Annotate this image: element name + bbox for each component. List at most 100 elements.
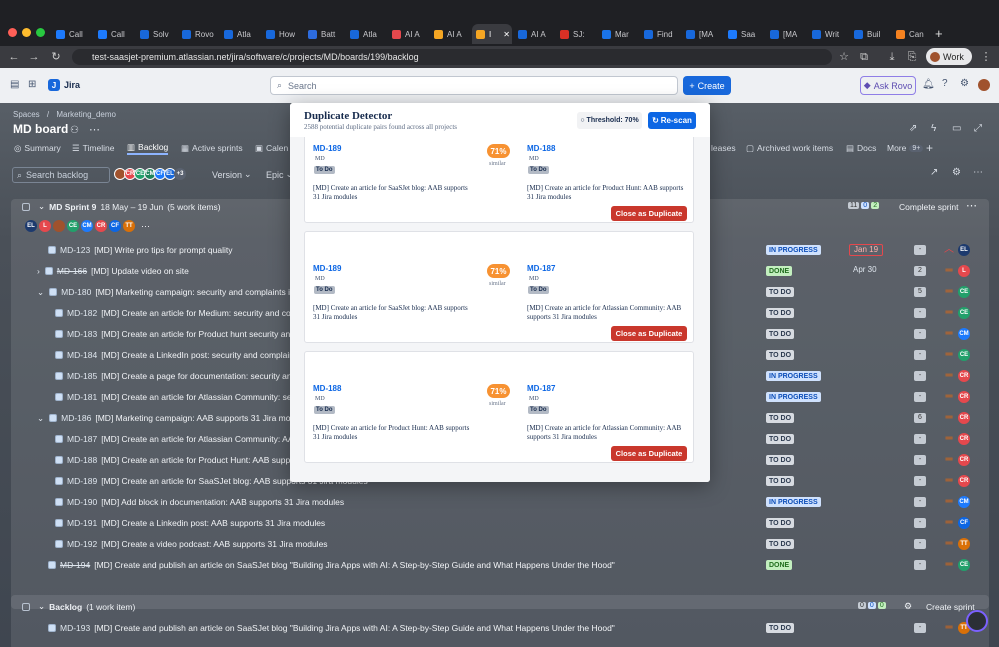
issue-key[interactable]: MD-181 — [67, 392, 97, 402]
browser-tab[interactable]: Rovo — [178, 24, 218, 44]
checkbox-icon[interactable] — [55, 519, 63, 527]
browser-tab[interactable]: [MA — [682, 24, 722, 44]
issue-key[interactable]: MD-190 — [67, 497, 97, 507]
checkbox-icon[interactable] — [48, 561, 56, 569]
checkbox-icon[interactable] — [55, 393, 63, 401]
extensions-icon[interactable]: ⧉ — [856, 49, 872, 65]
issue-key[interactable]: MD-189 — [67, 476, 97, 486]
threshold-button[interactable]: ○ Threshold: 70% — [577, 112, 642, 129]
checkbox-icon[interactable] — [44, 267, 53, 275]
share-icon[interactable]: ⇗ — [909, 123, 917, 134]
sidebar-toggle-icon[interactable]: ▤ — [10, 79, 19, 90]
browser-tab[interactable]: Buil — [850, 24, 890, 44]
browser-tab[interactable]: [MA — [766, 24, 806, 44]
status-badge[interactable]: IN PROGRESS — [766, 392, 821, 402]
issue-key[interactable]: MD-194 — [60, 560, 90, 570]
rescan-button[interactable]: ↻ Re-scan — [648, 112, 696, 129]
issue-key[interactable]: MD-123 — [60, 245, 90, 255]
browser-tab[interactable]: Atla — [220, 24, 260, 44]
maximize-window-icon[interactable] — [36, 28, 45, 37]
checkbox-icon[interactable] — [55, 477, 63, 485]
status-badge[interactable]: TO DO — [766, 434, 795, 444]
issue-key[interactable]: MD-182 — [67, 308, 97, 318]
assignee-filter[interactable]: CR CE CM CF EL +3 — [114, 168, 186, 180]
status-badge[interactable]: TO DO — [766, 518, 795, 528]
status-badge[interactable]: TO DO — [766, 539, 795, 549]
download-icon[interactable]: ⤓ — [884, 49, 900, 65]
issue-a-key[interactable]: MD-188 — [313, 384, 341, 393]
create-sprint-button[interactable]: Create sprint — [926, 602, 975, 612]
backlog-search-input[interactable]: ⌕ Search backlog — [12, 167, 110, 183]
global-search-input[interactable]: ⌕ Search — [270, 76, 678, 95]
bell-icon[interactable]: 🔔︎ — [922, 79, 935, 90]
checkbox-icon[interactable] — [55, 351, 63, 359]
status-badge[interactable]: TO DO — [766, 308, 795, 318]
share-icon[interactable]: ⎘ — [904, 49, 920, 65]
backlog-checkbox[interactable] — [22, 602, 30, 611]
issue-b-key[interactable]: MD-187 — [527, 264, 555, 273]
user-avatar[interactable] — [978, 79, 990, 91]
help-icon[interactable]: ? — [942, 78, 948, 89]
feedback-icon[interactable]: ▭ — [952, 123, 961, 134]
table-row[interactable]: MD-194 [MD] Create and publish an article… — [11, 555, 989, 575]
sprint-more-icon[interactable]: ⋯ — [966, 199, 977, 212]
issue-key[interactable]: MD-193 — [60, 623, 90, 633]
tab-archived[interactable]: ▢ Archived work items — [746, 141, 833, 155]
browser-tab[interactable]: SJ: — [556, 24, 596, 44]
avatar[interactable]: CE — [67, 220, 79, 232]
chevron-down-icon[interactable]: ⌄ — [37, 287, 44, 298]
close-window-icon[interactable] — [8, 28, 17, 37]
tab-timeline[interactable]: ☰ Timeline — [72, 141, 114, 155]
browser-tab[interactable]: Writ — [808, 24, 848, 44]
version-filter[interactable]: Version ⌄ — [212, 169, 252, 180]
tab-active-sprints[interactable]: ▦ Active sprints — [181, 141, 243, 155]
browser-tab[interactable]: AI A — [388, 24, 428, 44]
browser-tab[interactable]: AI A — [514, 24, 554, 44]
fullscreen-icon[interactable]: ⤢ — [974, 123, 982, 134]
checkbox-icon[interactable] — [48, 246, 56, 254]
browser-tab[interactable]: Batt — [304, 24, 344, 44]
checkbox-icon[interactable] — [55, 309, 63, 317]
view-settings-icon[interactable]: ⚙ — [952, 167, 961, 178]
close-as-duplicate-button[interactable]: Close as Duplicate — [611, 326, 687, 341]
browser-tab[interactable]: Call — [94, 24, 134, 44]
more-actions-icon[interactable]: ⋯ — [89, 123, 100, 136]
browser-tab[interactable]: I ✕ — [472, 24, 512, 44]
complete-sprint-button[interactable]: Complete sprint — [899, 202, 959, 212]
issue-key[interactable]: MD-183 — [67, 329, 97, 339]
tab-backlog[interactable]: ▥ Backlog — [127, 141, 169, 155]
browser-tab[interactable]: Can — [892, 24, 932, 44]
tab-docs[interactable]: ▤ Docs — [846, 141, 876, 155]
checkbox-icon[interactable] — [49, 288, 58, 296]
status-badge[interactable]: TO DO — [766, 350, 795, 360]
avatar[interactable]: TT — [123, 220, 135, 232]
checkbox-icon[interactable] — [55, 540, 63, 548]
browser-tab[interactable]: Call — [52, 24, 92, 44]
app-switcher-icon[interactable]: ⊞ — [28, 79, 36, 90]
status-badge[interactable]: TO DO — [766, 476, 795, 486]
more-icon[interactable]: ⋯ — [973, 167, 983, 178]
issue-key[interactable]: MD-187 — [67, 434, 97, 444]
checkbox-icon[interactable] — [55, 435, 63, 443]
bookmark-icon[interactable]: ☆ — [836, 49, 852, 65]
status-badge[interactable]: TO DO — [766, 287, 795, 297]
address-bar[interactable]: test-saasjet-premium.atlassian.net/jira/… — [72, 49, 832, 65]
rovo-chat-icon[interactable] — [966, 610, 988, 632]
table-row[interactable]: MD-192 [MD] Create a video podcast: AAB s… — [11, 534, 989, 554]
more-avatars-badge[interactable]: +3 — [174, 168, 186, 180]
chevron-down-icon[interactable]: ⌄ — [37, 413, 44, 424]
checkbox-icon[interactable] — [55, 498, 63, 506]
issue-key[interactable]: MD-185 — [67, 371, 97, 381]
avatar[interactable]: EL — [25, 220, 37, 232]
forward-icon[interactable]: → — [26, 49, 42, 65]
status-badge[interactable]: TO DO — [766, 413, 795, 423]
status-badge[interactable]: IN PROGRESS — [766, 245, 821, 255]
close-as-duplicate-button[interactable]: Close as Duplicate — [611, 206, 687, 221]
new-tab-icon[interactable]: + — [935, 26, 943, 41]
table-row[interactable]: MD-190 [MD] Add block in documentation: A… — [11, 492, 989, 512]
breadcrumb-project[interactable]: Marketing_demo — [56, 110, 116, 119]
status-badge[interactable]: DONE — [766, 560, 793, 570]
issue-key[interactable]: MD-188 — [67, 455, 97, 465]
close-tab-icon[interactable]: ✕ — [503, 30, 510, 39]
automation-icon[interactable]: ϟ — [931, 123, 936, 134]
